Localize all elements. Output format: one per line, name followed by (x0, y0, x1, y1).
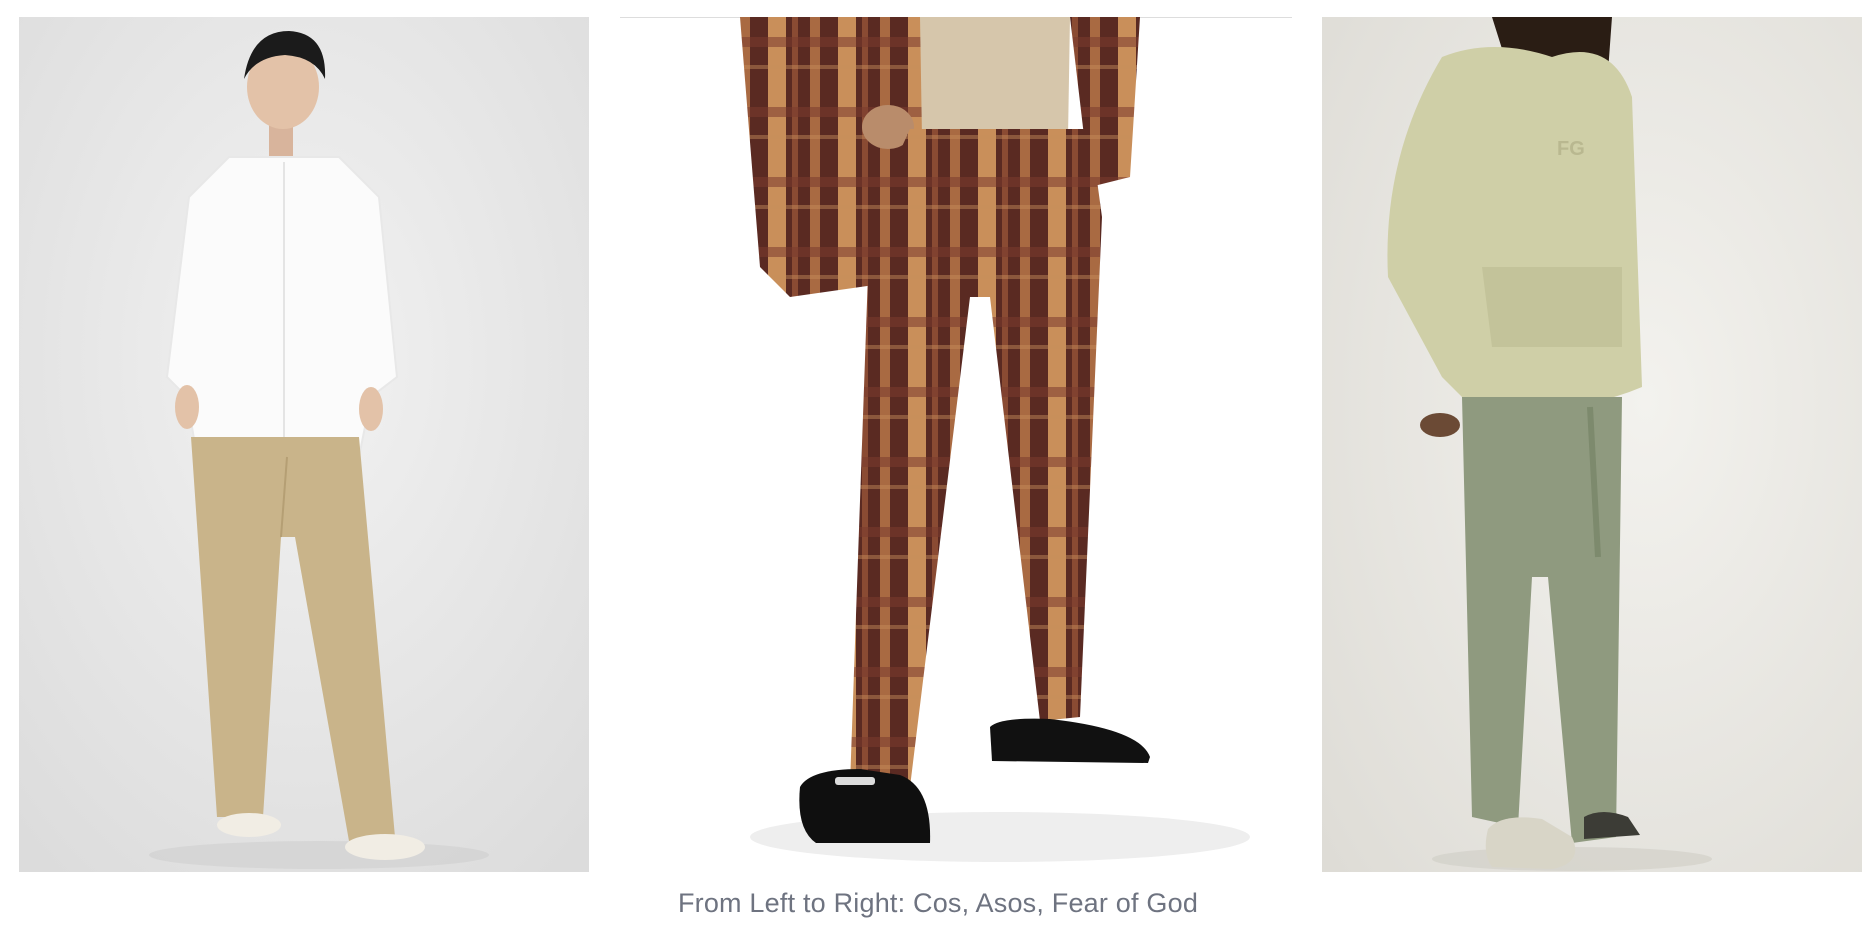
product-photo-fear-of-god[interactable]: FG (1322, 17, 1862, 872)
photo-asos-illustration (620, 17, 1292, 872)
hoodie-logo: FG (1557, 138, 1585, 160)
figure-caption: From Left to Right: Cos, Asos, Fear of G… (677, 888, 1199, 918)
photo-fear-of-god-illustration: FG (1322, 17, 1862, 872)
image-gallery: FG From Left to Right: Cos, Asos, Fear o… (0, 0, 1876, 918)
product-photo-asos[interactable] (620, 17, 1292, 872)
photo-cos-illustration (19, 17, 589, 872)
product-photo-cos[interactable] (19, 17, 589, 872)
